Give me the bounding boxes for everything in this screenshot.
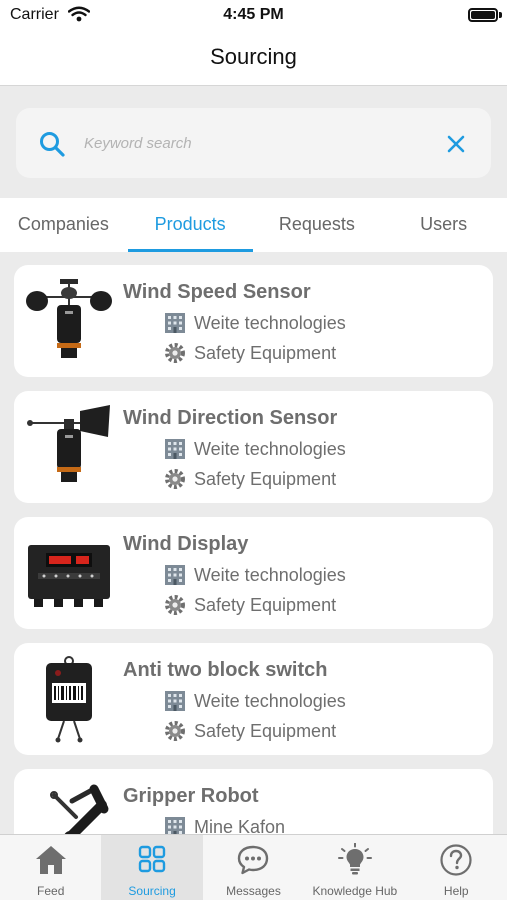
tab-bar-label: Help: [443, 884, 469, 898]
tab-users[interactable]: Users: [380, 198, 507, 252]
tab-bar-label: Sourcing: [128, 884, 176, 898]
tab-bar-sourcing[interactable]: Sourcing: [101, 835, 203, 900]
display-unit-thumbnail: [28, 545, 110, 607]
home-icon: [35, 846, 66, 874]
building-icon: [165, 691, 185, 711]
limit-switch-thumbnail: [46, 656, 92, 743]
category-name: Safety Equipment: [194, 594, 337, 615]
search-area: [0, 87, 507, 198]
wind-vane-thumbnail: [27, 405, 110, 482]
tab-bar-knowledge-hub[interactable]: Knowledge Hub: [304, 835, 405, 900]
company-row: Weite technologies: [164, 437, 346, 461]
clear-search-icon[interactable]: [444, 132, 468, 156]
product-title: Wind Direction Sensor: [123, 407, 338, 429]
category-row: Safety Equipment: [164, 593, 336, 617]
product-title: Gripper Robot: [123, 785, 259, 807]
gear-icon: [165, 721, 185, 741]
product-title: Wind Display: [123, 533, 249, 555]
bottom-tab-bar: Feed Sourcing Messages Knowledge Hub Hel…: [0, 834, 507, 900]
tab-companies[interactable]: Companies: [0, 198, 127, 252]
gear-icon: [165, 595, 185, 615]
company-name: Weite technologies: [194, 312, 346, 333]
tab-bar-label: Knowledge Hub: [312, 884, 398, 898]
gear-icon: [165, 469, 185, 489]
company-name: Weite technologies: [194, 438, 346, 459]
category-name: Safety Equipment: [194, 342, 337, 363]
product-card-wind-display[interactable]: Wind Display Weite technologies Safety E…: [14, 517, 493, 629]
search-input[interactable]: [84, 128, 424, 158]
status-bar: Carrier 4:45 PM: [0, 0, 507, 30]
product-list[interactable]: Wind Speed Sensor Weite technologies Saf…: [0, 252, 507, 834]
chat-bubble-icon: [238, 845, 269, 875]
category-row: Safety Equipment: [164, 341, 336, 365]
category-row: Safety Equipment: [164, 719, 336, 743]
product-title: Anti two block switch: [123, 659, 328, 681]
battery-icon: [468, 8, 498, 22]
product-card-wind-speed-sensor[interactable]: Wind Speed Sensor Weite technologies Saf…: [14, 265, 493, 377]
company-row: Weite technologies: [164, 563, 346, 587]
anemometer-thumbnail: [26, 279, 112, 358]
gear-icon: [165, 343, 185, 363]
company-row: Weite technologies: [164, 311, 346, 335]
product-card-wind-direction-sensor[interactable]: Wind Direction Sensor Weite technologies…: [14, 391, 493, 503]
company-name: Mine Kafon: [194, 816, 286, 835]
tab-products[interactable]: Products: [127, 198, 254, 252]
lightbulb-icon: [337, 843, 372, 875]
company-row: Weite technologies: [164, 689, 346, 713]
search-box[interactable]: [16, 108, 491, 178]
product-card-gripper-robot[interactable]: Gripper Robot Mine Kafon: [14, 769, 493, 834]
tab-bar-messages[interactable]: Messages: [203, 835, 304, 900]
status-time: 4:45 PM: [223, 6, 284, 23]
category-name: Safety Equipment: [194, 720, 337, 741]
building-icon: [165, 817, 185, 834]
category-row: Safety Equipment: [164, 467, 336, 491]
sourcing-tabs: Companies Products Requests Users: [0, 198, 507, 252]
building-icon: [165, 313, 185, 333]
battery-tip: [499, 12, 502, 18]
product-card-anti-two-block-switch[interactable]: Anti two block switch Weite technologies…: [14, 643, 493, 755]
category-name: Safety Equipment: [194, 468, 337, 489]
company-name: Weite technologies: [194, 564, 346, 585]
page-title: Sourcing: [210, 44, 297, 69]
search-icon[interactable]: [38, 130, 66, 158]
tab-bar-feed[interactable]: Feed: [0, 835, 101, 900]
question-icon: [440, 844, 472, 876]
building-icon: [165, 565, 185, 585]
building-icon: [165, 439, 185, 459]
navigation-bar: Sourcing: [0, 30, 507, 86]
tab-requests[interactable]: Requests: [254, 198, 381, 252]
tab-bar-label: Messages: [226, 884, 281, 898]
tab-bar-help[interactable]: Help: [406, 835, 507, 900]
robot-arm-thumbnail: [50, 784, 109, 834]
company-row: Mine Kafon: [164, 815, 285, 834]
tab-bar-label: Feed: [37, 884, 65, 898]
company-name: Weite technologies: [194, 690, 346, 711]
product-title: Wind Speed Sensor: [123, 281, 311, 303]
grid-icon: [138, 845, 166, 873]
